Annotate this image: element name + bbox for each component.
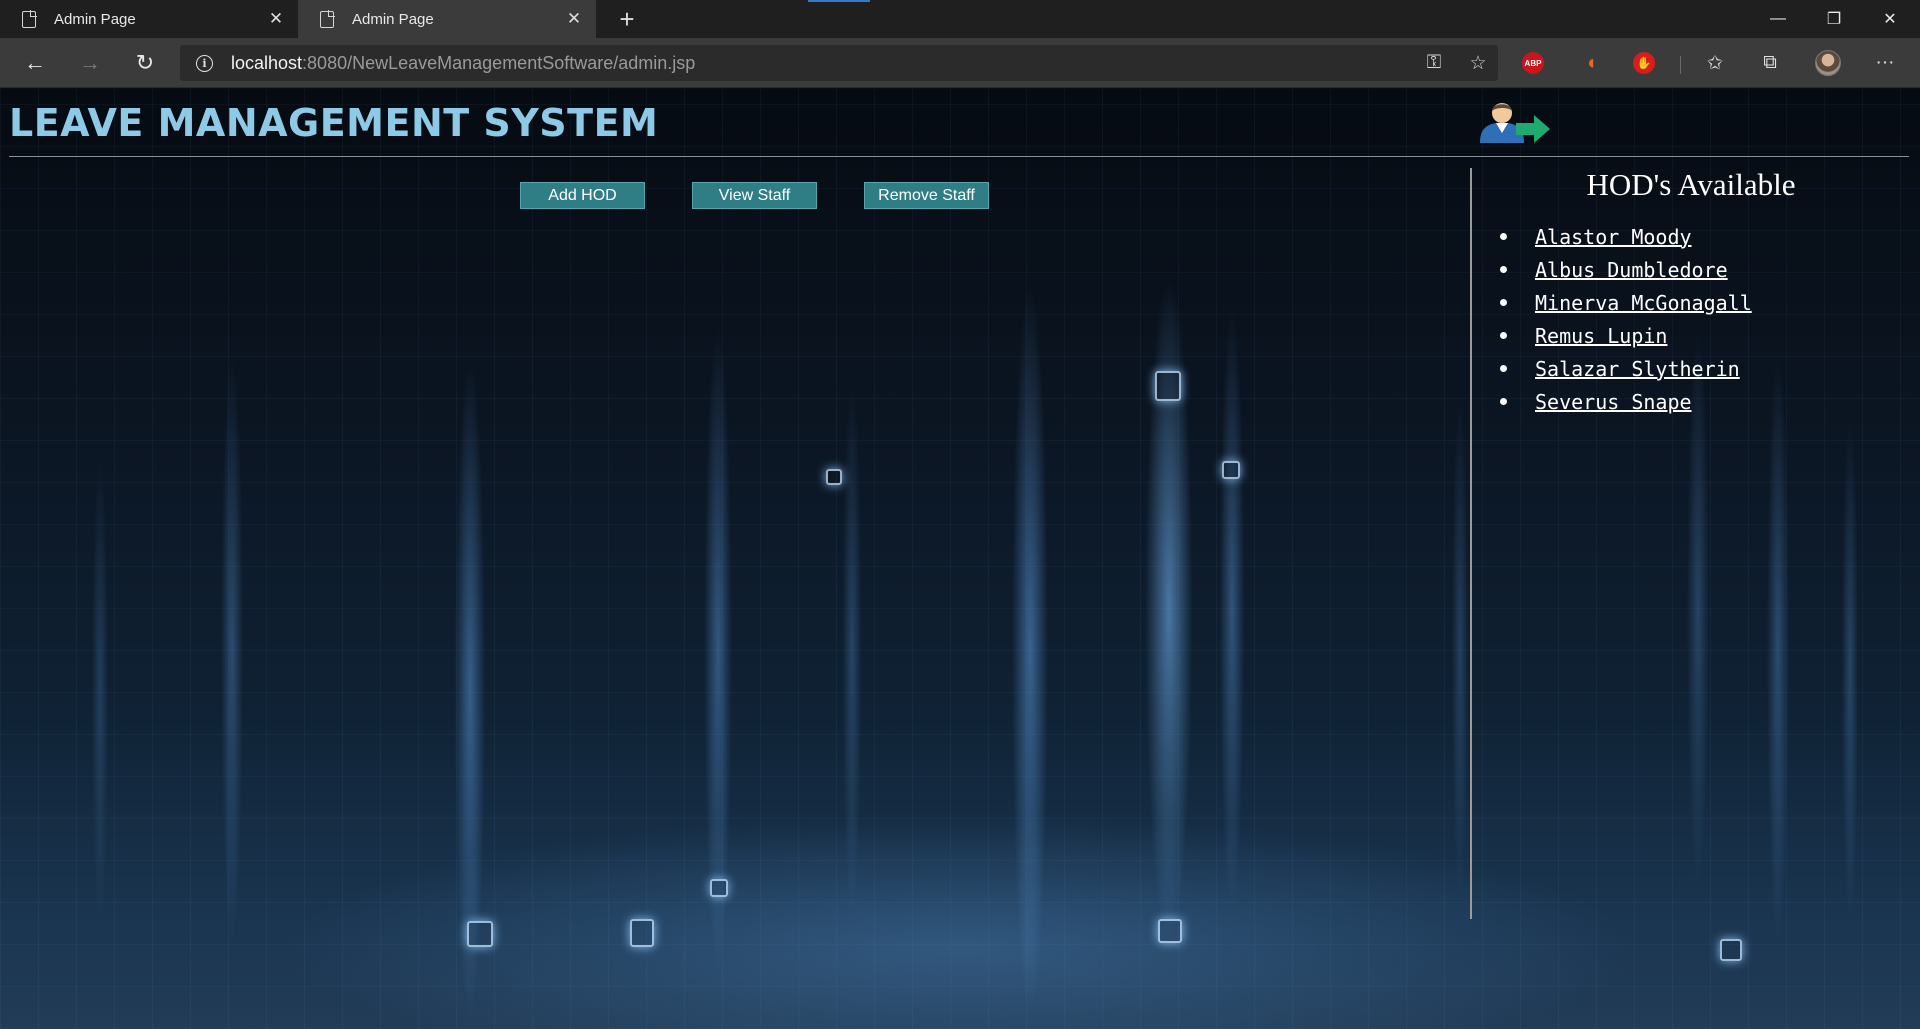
- tab-indicator: [808, 0, 870, 2]
- back-icon[interactable]: ←: [18, 46, 52, 80]
- bullet: [1500, 398, 1507, 405]
- page-icon: [22, 9, 37, 28]
- bg-node: [1155, 371, 1181, 401]
- list-item: Salazar Slytherin: [1500, 352, 1752, 385]
- forward-icon[interactable]: →: [73, 46, 107, 80]
- add-hod-button[interactable]: Add HOD: [520, 182, 645, 209]
- bullet: [1500, 365, 1507, 372]
- title-divider: [9, 156, 1909, 157]
- browser-tab-active[interactable]: Admin Page ✕: [298, 0, 596, 38]
- key-icon[interactable]: ⚿: [1420, 49, 1448, 77]
- bg-node: [630, 919, 654, 947]
- bullet: [1500, 299, 1507, 306]
- page-content: LEAVE MANAGEMENT SYSTEM Add HOD View Sta…: [0, 89, 1920, 1029]
- list-item: Severus Snape: [1500, 385, 1752, 418]
- adblock-extension-icon[interactable]: ABP: [1519, 49, 1547, 77]
- close-tab-icon[interactable]: ✕: [266, 9, 286, 29]
- profile-avatar[interactable]: [1814, 49, 1842, 77]
- remove-staff-button[interactable]: Remove Staff: [864, 182, 989, 209]
- panel-divider: [1470, 168, 1472, 919]
- browser-toolbar: ← → ↻ i localhost:8080/NewLeaveManagemen…: [0, 38, 1920, 88]
- page-title: LEAVE MANAGEMENT SYSTEM: [9, 101, 659, 145]
- extension-hand-icon[interactable]: ✋: [1630, 49, 1658, 77]
- restore-icon[interactable]: ❐: [1806, 0, 1862, 38]
- new-tab-button[interactable]: +: [612, 4, 642, 34]
- hod-link[interactable]: Albus Dumbledore: [1535, 258, 1728, 282]
- bullet: [1500, 332, 1507, 339]
- hod-link[interactable]: Salazar Slytherin: [1535, 357, 1740, 381]
- close-window-icon[interactable]: ✕: [1862, 0, 1918, 38]
- view-staff-button[interactable]: View Staff: [692, 182, 817, 209]
- list-item: Remus Lupin: [1500, 319, 1752, 352]
- hod-list: Alastor Moody Albus Dumbledore Minerva M…: [1500, 220, 1752, 418]
- bg-node: [1158, 919, 1182, 943]
- tab-title: Admin Page: [54, 10, 136, 28]
- hod-link[interactable]: Remus Lupin: [1535, 324, 1667, 348]
- url-text[interactable]: localhost:8080/NewLeaveManagementSoftwar…: [231, 53, 695, 74]
- bg-node: [710, 879, 728, 897]
- tab-bar: Admin Page ✕ Admin Page ✕ + — ❐ ✕: [0, 0, 1920, 38]
- bg-node: [1720, 939, 1742, 961]
- info-icon[interactable]: i: [196, 54, 213, 72]
- hod-panel-heading: HOD's Available: [1586, 167, 1796, 202]
- bg-node: [467, 921, 493, 947]
- refresh-icon[interactable]: ↻: [128, 46, 162, 80]
- hod-link[interactable]: Alastor Moody: [1535, 225, 1692, 249]
- list-item: Minerva McGonagall: [1500, 286, 1752, 319]
- extension-orange-icon[interactable]: ◖: [1577, 49, 1605, 77]
- toolbar-divider: [1680, 56, 1681, 74]
- star-icon[interactable]: ☆: [1464, 49, 1492, 77]
- bg-node: [1222, 461, 1240, 479]
- hod-link[interactable]: Severus Snape: [1535, 390, 1692, 414]
- address-bar[interactable]: i localhost:8080/NewLeaveManagementSoftw…: [180, 45, 1498, 81]
- list-item: Albus Dumbledore: [1500, 253, 1752, 286]
- hod-link[interactable]: Minerva McGonagall: [1535, 291, 1752, 315]
- bullet: [1500, 233, 1507, 240]
- bullet: [1500, 266, 1507, 273]
- page-icon: [320, 9, 335, 28]
- bg-node: [826, 469, 842, 485]
- minimize-icon[interactable]: —: [1750, 0, 1806, 38]
- list-item: Alastor Moody: [1500, 220, 1752, 253]
- more-icon[interactable]: ···: [1871, 49, 1899, 77]
- close-tab-icon[interactable]: ✕: [564, 9, 584, 29]
- collections-icon[interactable]: ⧉: [1756, 49, 1784, 77]
- browser-tab[interactable]: Admin Page ✕: [0, 0, 298, 38]
- tab-title: Admin Page: [352, 10, 434, 28]
- logout-user-arrow-icon[interactable]: [1478, 99, 1552, 145]
- favorites-icon[interactable]: ✩: [1701, 49, 1729, 77]
